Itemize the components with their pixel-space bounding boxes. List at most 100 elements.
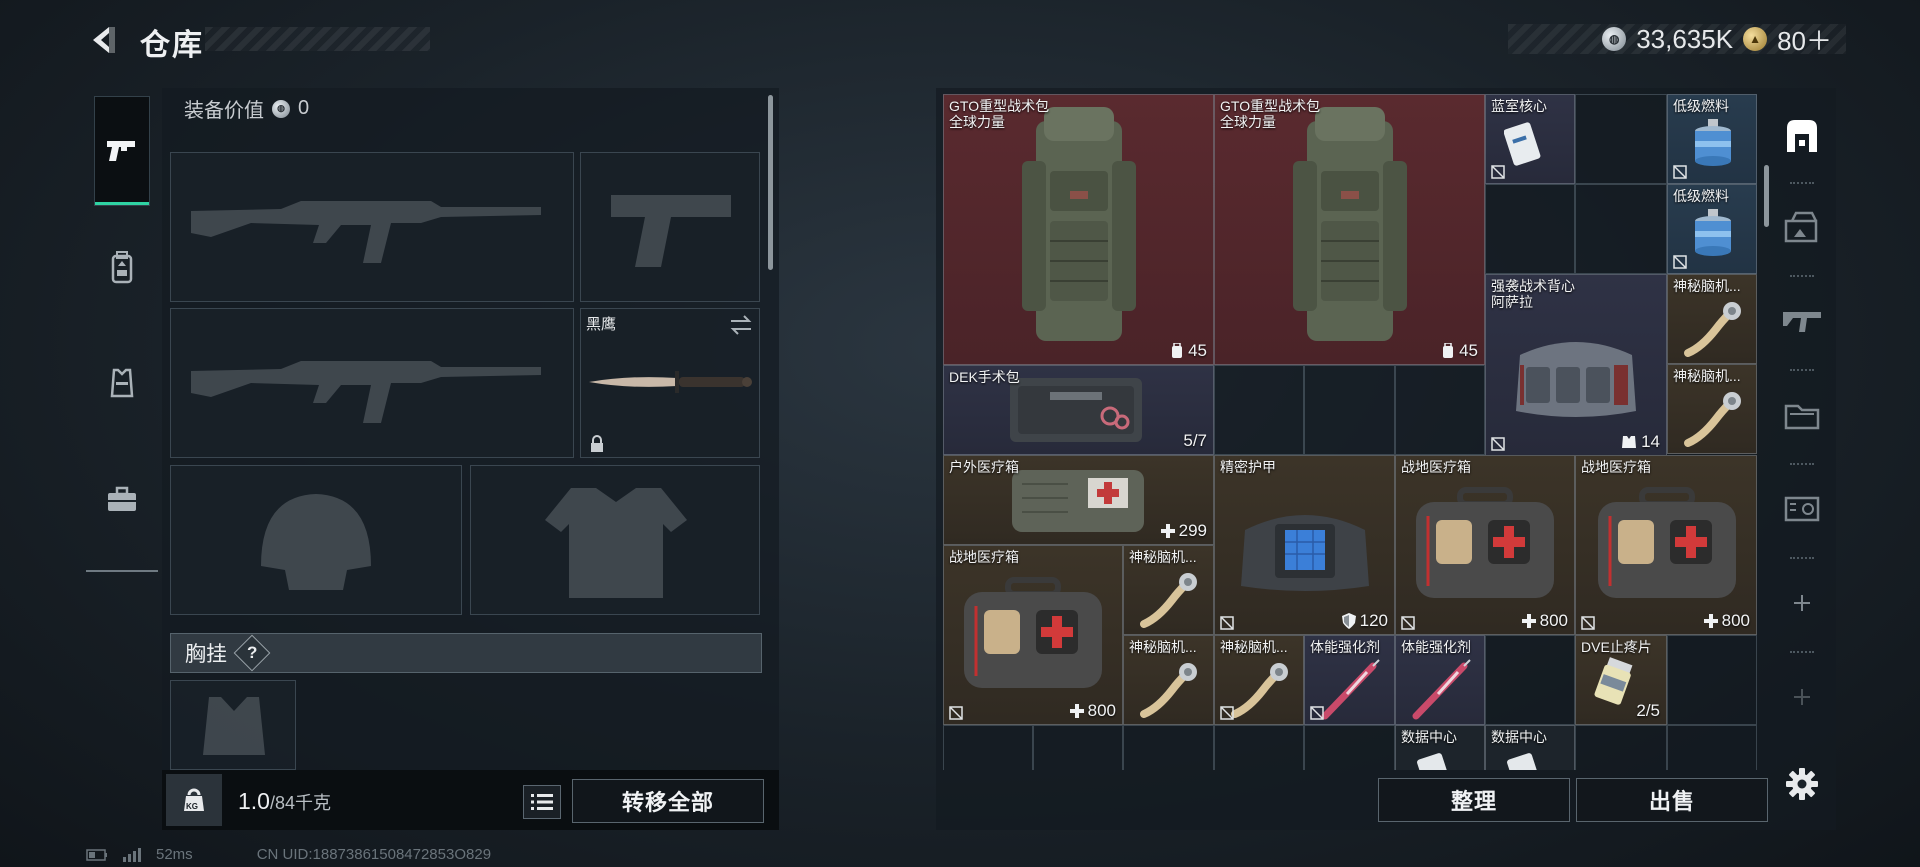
item-name: 神秘脑机... <box>1673 278 1741 294</box>
gold-currency-value[interactable]: 80＋ <box>1777 21 1832 58</box>
item-stat: 800 <box>1521 611 1568 631</box>
tab-containers[interactable] <box>1776 187 1828 267</box>
primary-weapon-slot[interactable] <box>170 152 574 302</box>
empty-cell[interactable] <box>943 725 1033 770</box>
storage-item[interactable]: DEK手术包 5/7 <box>943 365 1214 455</box>
lock-icon <box>591 435 603 452</box>
empty-cell[interactable] <box>1395 365 1485 455</box>
storage-item[interactable]: 战地医疗箱 800 <box>943 545 1123 725</box>
tag-icon <box>1784 496 1820 522</box>
storage-item[interactable]: 体能强化剂 <box>1304 635 1395 725</box>
empty-cell[interactable] <box>1304 365 1395 455</box>
tab-storage-main[interactable] <box>1776 95 1828 175</box>
storage-item[interactable]: 户外医疗箱 299 <box>943 455 1214 545</box>
storage-item[interactable]: 数据中心 <box>1395 725 1485 770</box>
storage-item[interactable]: 低级燃料 <box>1667 94 1757 184</box>
equipment-value-label: 装备价值 <box>184 100 264 122</box>
item-name: 战地医疗箱 <box>1401 459 1471 475</box>
empty-cell[interactable] <box>1485 635 1575 725</box>
sell-button[interactable]: 出售 <box>1576 778 1768 822</box>
add-icon <box>1794 595 1810 611</box>
item-name: 神秘脑机... <box>1220 639 1288 655</box>
pistol-slot[interactable] <box>580 152 760 302</box>
nav-weapons[interactable] <box>94 96 150 206</box>
tab-gear[interactable] <box>1776 375 1828 455</box>
storage-item[interactable]: 精密护甲 120 <box>1214 455 1395 635</box>
swap-icon[interactable] <box>729 315 753 335</box>
melee-slot[interactable]: 黑鹰 <box>580 308 760 458</box>
backpack-capacity-icon <box>1443 343 1454 358</box>
item-stat: 5/7 <box>1183 431 1207 451</box>
helmet-silhouette-icon <box>261 494 371 590</box>
storage-item[interactable]: 神秘脑机... <box>1214 635 1304 725</box>
weight-readout: 1.0/84千克 <box>238 788 331 815</box>
secondary-weapon-slot[interactable] <box>170 308 574 458</box>
nav-vests[interactable] <box>94 328 150 438</box>
tab-collectibles[interactable] <box>1776 469 1828 549</box>
crate-icon <box>1784 211 1818 243</box>
item-stat-value: 45 <box>1188 341 1207 360</box>
storage-item[interactable]: 神秘脑机... <box>1667 274 1757 364</box>
item-name: GTO重型战术包 全球力量 <box>1220 98 1321 130</box>
back-button[interactable] <box>84 20 124 60</box>
storage-item[interactable]: GTO重型战术包 全球力量 45 <box>1214 94 1485 365</box>
backpack-icon <box>111 251 133 284</box>
tab-separator <box>1790 369 1814 371</box>
empty-cell[interactable] <box>1033 725 1123 770</box>
chest-rig-slot[interactable] <box>170 680 296 770</box>
storage-item[interactable]: 数据中心 <box>1485 725 1575 770</box>
transfer-all-button[interactable]: 转移全部 <box>572 779 764 823</box>
silver-coin-icon: ◍ <box>1602 27 1627 51</box>
armor-slot[interactable] <box>470 465 760 615</box>
storage-item[interactable]: 神秘脑机... <box>1123 545 1214 635</box>
empty-cell[interactable] <box>1667 635 1757 725</box>
storage-item[interactable]: 体能强化剂 <box>1395 635 1485 725</box>
empty-cell[interactable] <box>1304 725 1395 770</box>
empty-cell[interactable] <box>1214 725 1304 770</box>
storage-item[interactable]: 战地医疗箱 800 <box>1575 455 1757 635</box>
storage-item[interactable]: 强袭战术背心 阿萨拉 14 <box>1485 274 1667 456</box>
storage-scrollbar[interactable] <box>1764 165 1769 227</box>
storage-item[interactable]: 蓝室核心 <box>1485 94 1575 184</box>
empty-cell[interactable] <box>1575 725 1667 770</box>
storage-item[interactable]: 神秘脑机... <box>1667 364 1757 454</box>
vest-icon <box>110 368 134 398</box>
tab-weapons[interactable] <box>1776 281 1828 361</box>
empty-cell[interactable] <box>1667 725 1757 770</box>
item-name: 神秘脑机... <box>1129 639 1197 655</box>
tab-separator <box>1790 651 1814 653</box>
status-bar: 52ms CN UID:18873861508472853O829 <box>86 846 491 863</box>
item-stat: 2/5 <box>1636 701 1660 721</box>
settings-button[interactable] <box>1782 764 1822 804</box>
storage-item[interactable]: 低级燃料 <box>1667 184 1757 274</box>
back-arrow-icon <box>93 27 115 53</box>
weight-max: /84千克 <box>269 793 332 813</box>
item-name: 神秘脑机... <box>1673 368 1741 384</box>
sort-button[interactable]: 整理 <box>1378 778 1570 822</box>
list-view-button[interactable] <box>523 785 561 819</box>
help-icon[interactable]: ? <box>233 634 271 672</box>
empty-cell[interactable] <box>1575 94 1667 184</box>
empty-cell[interactable] <box>1123 725 1214 770</box>
helmet-slot[interactable] <box>170 465 462 615</box>
storage-item[interactable]: DVE止疼片 2/5 <box>1575 635 1667 725</box>
tactical-backpack-icon <box>1293 107 1407 341</box>
equipment-scrollbar[interactable] <box>768 95 773 270</box>
rifle-silhouette-icon <box>191 361 541 423</box>
tab-separator <box>1790 557 1814 559</box>
storage-item[interactable]: 战地医疗箱 800 <box>1395 455 1575 635</box>
empty-cell[interactable] <box>1485 184 1575 274</box>
empty-cell[interactable] <box>1575 184 1667 274</box>
item-name: 体能强化剂 <box>1310 639 1380 655</box>
tab-add-2[interactable] <box>1776 657 1828 737</box>
surgical-kit-icon <box>1010 378 1142 442</box>
empty-cell[interactable] <box>1214 365 1304 455</box>
uid-readout: CN UID:18873861508472853O829 <box>256 846 492 863</box>
tab-add-1[interactable] <box>1776 563 1828 643</box>
brain-chip-icon <box>1684 392 1741 447</box>
storage-item[interactable]: GTO重型战术包 全球力量 45 <box>943 94 1214 365</box>
nav-toolbox[interactable] <box>94 444 150 554</box>
nav-backpacks[interactable] <box>94 212 150 322</box>
storage-grid: GTO重型战术包 全球力量 45 GTO重型战术包 全球力量 45 蓝室核心 低… <box>943 94 1757 770</box>
storage-item[interactable]: 神秘脑机... <box>1123 635 1214 725</box>
